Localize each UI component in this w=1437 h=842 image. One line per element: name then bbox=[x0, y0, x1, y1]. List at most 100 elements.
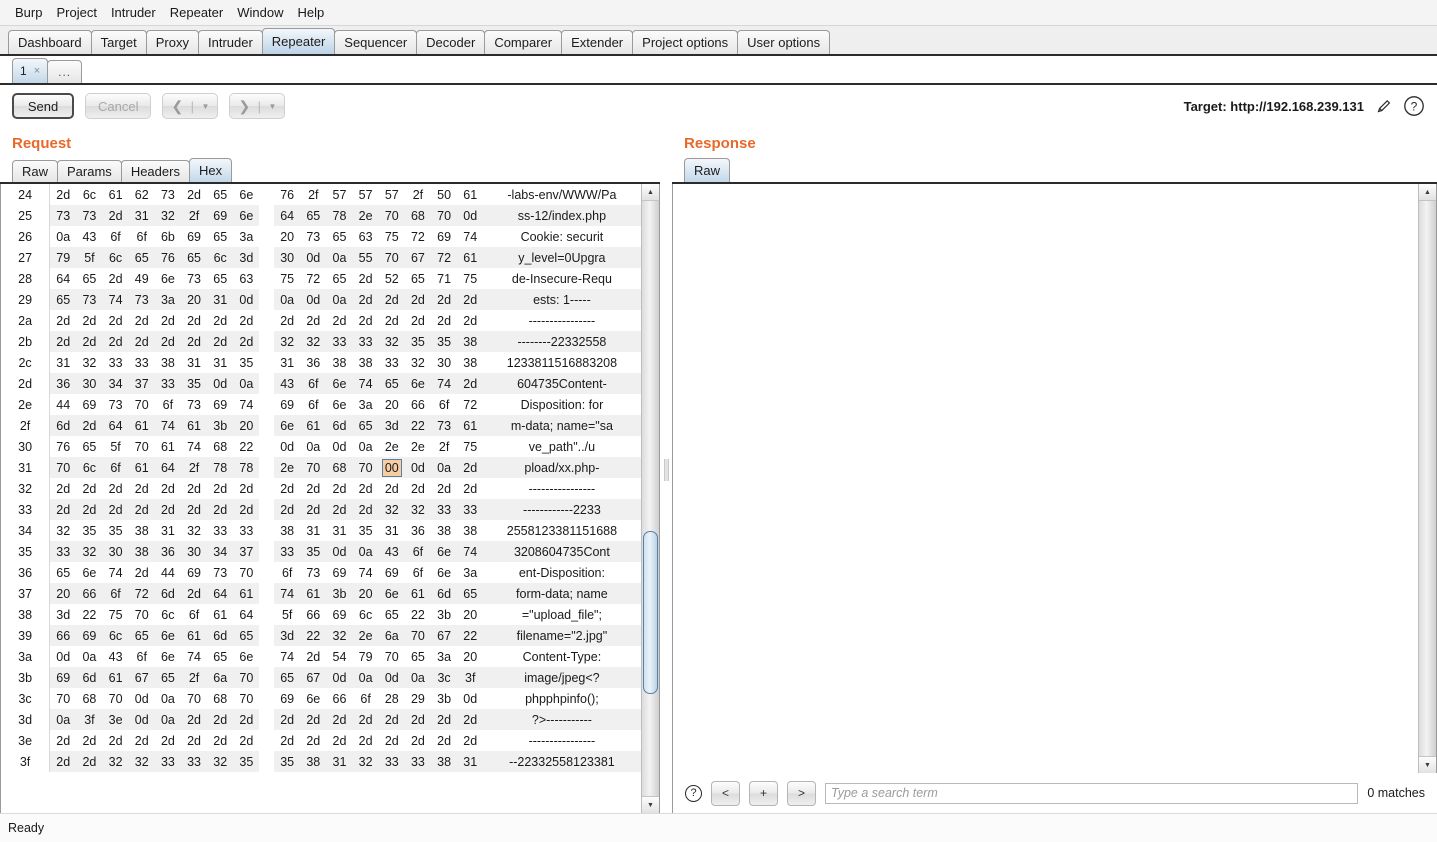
hex-byte-cell[interactable]: 2d bbox=[155, 730, 181, 751]
hex-byte-cell[interactable]: 71 bbox=[431, 268, 457, 289]
hex-byte-cell[interactable]: 32 bbox=[50, 520, 77, 541]
hex-byte-cell[interactable]: 6e bbox=[233, 205, 260, 226]
hex-ascii[interactable]: ---------------- bbox=[483, 478, 640, 499]
hex-byte-cell[interactable]: 73 bbox=[181, 268, 207, 289]
hex-byte-cell[interactable]: 6e bbox=[155, 268, 181, 289]
scroll-track[interactable] bbox=[642, 201, 659, 796]
menu-item-intruder[interactable]: Intruder bbox=[104, 3, 163, 22]
hex-byte-cell[interactable]: 69 bbox=[326, 604, 352, 625]
hex-byte-cell[interactable]: 55 bbox=[352, 247, 379, 268]
hex-byte-cell[interactable]: 73 bbox=[103, 394, 129, 415]
menu-item-window[interactable]: Window bbox=[230, 3, 290, 22]
hex-byte-cell[interactable]: 29 bbox=[405, 688, 431, 709]
hex-ascii[interactable]: -labs-env/WWW/Pa bbox=[483, 184, 640, 205]
hex-byte-cell[interactable]: 33 bbox=[103, 352, 129, 373]
hex-byte-cell[interactable]: 3f bbox=[457, 667, 484, 688]
hex-ascii[interactable]: 1233811516883208 bbox=[483, 352, 640, 373]
hex-byte-cell[interactable]: 6d bbox=[207, 625, 234, 646]
hex-byte-cell[interactable]: 64 bbox=[274, 205, 301, 226]
hex-byte-cell[interactable]: 44 bbox=[50, 394, 77, 415]
hex-byte-cell[interactable]: 70 bbox=[378, 205, 405, 226]
tab-decoder[interactable]: Decoder bbox=[416, 30, 486, 54]
hex-byte-cell[interactable]: 6e bbox=[326, 373, 353, 394]
hex-byte-cell[interactable]: 69 bbox=[207, 394, 233, 415]
go-back-button[interactable]: ❮ | ▼ bbox=[162, 93, 219, 119]
hex-byte-cell[interactable]: 65 bbox=[405, 646, 431, 667]
hex-ascii[interactable]: pload/xx.php- bbox=[483, 457, 641, 478]
search-input[interactable] bbox=[825, 782, 1359, 804]
hex-byte-cell[interactable]: 6f bbox=[102, 583, 129, 604]
menu-item-repeater[interactable]: Repeater bbox=[163, 3, 230, 22]
hex-byte-cell[interactable]: 2d bbox=[103, 310, 129, 331]
hex-byte-cell[interactable]: 64 bbox=[102, 415, 129, 436]
chevron-down-icon[interactable]: ▼ bbox=[269, 102, 277, 111]
hex-byte-cell[interactable]: 32 bbox=[207, 751, 234, 772]
hex-byte-cell[interactable]: 2d bbox=[352, 709, 379, 730]
hex-byte-cell[interactable]: 43 bbox=[103, 646, 129, 667]
hex-ascii[interactable]: ?>----------- bbox=[483, 709, 641, 730]
hex-byte-cell[interactable]: 65 bbox=[128, 247, 155, 268]
hex-byte-cell[interactable]: 6e bbox=[233, 646, 259, 667]
hex-byte-cell[interactable]: 35 bbox=[431, 331, 458, 352]
hex-byte-cell[interactable]: 2d bbox=[181, 184, 207, 205]
hex-byte-cell[interactable]: 6c bbox=[353, 604, 379, 625]
hex-byte-cell[interactable]: 73 bbox=[181, 394, 207, 415]
hex-byte-cell[interactable]: 70 bbox=[233, 688, 259, 709]
hex-byte-cell[interactable]: 31 bbox=[457, 751, 484, 772]
hex-byte-cell[interactable]: 32 bbox=[102, 751, 129, 772]
hex-byte-cell[interactable]: 79 bbox=[49, 247, 77, 268]
hex-byte-cell[interactable]: 2d bbox=[405, 310, 431, 331]
scroll-up-arrow-icon[interactable]: ▲ bbox=[642, 184, 659, 201]
hex-byte-cell[interactable]: 20 bbox=[180, 289, 208, 310]
hex-byte-cell[interactable]: 0d bbox=[457, 205, 484, 226]
hex-byte-cell[interactable]: 61 bbox=[457, 415, 484, 436]
hex-byte-cell[interactable]: 3d bbox=[233, 247, 260, 268]
hex-byte-cell[interactable]: 2d bbox=[326, 730, 352, 751]
question-icon[interactable]: ? bbox=[1403, 95, 1425, 117]
splitter-grip[interactable] bbox=[663, 459, 669, 481]
hex-byte-cell[interactable]: 35 bbox=[274, 751, 301, 772]
hex-byte-cell[interactable]: 70 bbox=[181, 688, 207, 709]
hex-byte-cell[interactable]: 75 bbox=[379, 226, 405, 247]
hex-byte-cell[interactable]: 78 bbox=[326, 205, 353, 226]
hex-byte-cell[interactable]: 35 bbox=[233, 751, 260, 772]
response-tab-raw[interactable]: Raw bbox=[684, 158, 731, 182]
hex-byte-cell[interactable]: 57 bbox=[326, 184, 352, 205]
hex-byte-cell[interactable]: 65 bbox=[379, 604, 405, 625]
hex-byte-cell[interactable]: 75 bbox=[457, 436, 483, 457]
hex-byte-cell[interactable]: 65 bbox=[49, 289, 77, 310]
hex-byte-cell[interactable]: 6d bbox=[49, 415, 77, 436]
hex-byte-cell[interactable]: 30 bbox=[180, 541, 208, 562]
hex-byte-cell[interactable]: 2d bbox=[300, 310, 326, 331]
hex-byte-cell[interactable]: 2d bbox=[233, 310, 259, 331]
hex-byte-cell[interactable]: 67 bbox=[300, 667, 327, 688]
hex-byte-cell[interactable]: 2d bbox=[300, 478, 326, 499]
hex-byte-cell[interactable]: 6f bbox=[102, 457, 129, 478]
hex-byte-cell[interactable]: 6c bbox=[207, 247, 234, 268]
hex-byte-cell[interactable]: 2d bbox=[233, 478, 259, 499]
hex-byte-cell[interactable]: 2d bbox=[76, 751, 103, 772]
hex-byte-cell[interactable]: 36 bbox=[405, 520, 431, 541]
hex-byte-cell[interactable]: 69 bbox=[181, 226, 207, 247]
tab-intruder[interactable]: Intruder bbox=[197, 30, 263, 54]
tab-sequencer[interactable]: Sequencer bbox=[334, 30, 418, 54]
hex-byte-cell[interactable]: 2d bbox=[431, 709, 458, 730]
hex-ascii[interactable]: filename="2.jpg" bbox=[483, 625, 641, 646]
hex-byte-cell[interactable]: 30 bbox=[274, 247, 301, 268]
hex-byte-cell[interactable]: 6e bbox=[378, 583, 405, 604]
hex-byte-cell[interactable]: 69 bbox=[207, 205, 234, 226]
hex-byte-cell[interactable]: 64 bbox=[50, 268, 77, 289]
hex-byte-cell[interactable]: 70 bbox=[431, 205, 458, 226]
hex-byte-cell[interactable]: 3c bbox=[431, 667, 458, 688]
hex-byte-cell[interactable]: 33 bbox=[352, 331, 379, 352]
hex-byte-cell[interactable]: 65 bbox=[207, 184, 233, 205]
hex-byte-cell[interactable]: 2d bbox=[49, 499, 77, 520]
hex-byte-cell[interactable]: 2d bbox=[326, 709, 353, 730]
hex-byte-cell[interactable]: 22 bbox=[76, 604, 102, 625]
hex-byte-cell[interactable]: 33 bbox=[180, 751, 208, 772]
hex-byte-cell[interactable]: 6f bbox=[129, 646, 155, 667]
hex-byte-cell[interactable]: 0a bbox=[352, 541, 379, 562]
hex-byte-cell[interactable]: 74 bbox=[457, 541, 484, 562]
hex-byte-cell[interactable]: 73 bbox=[49, 205, 77, 226]
hex-byte-cell[interactable]: 2d bbox=[457, 730, 483, 751]
